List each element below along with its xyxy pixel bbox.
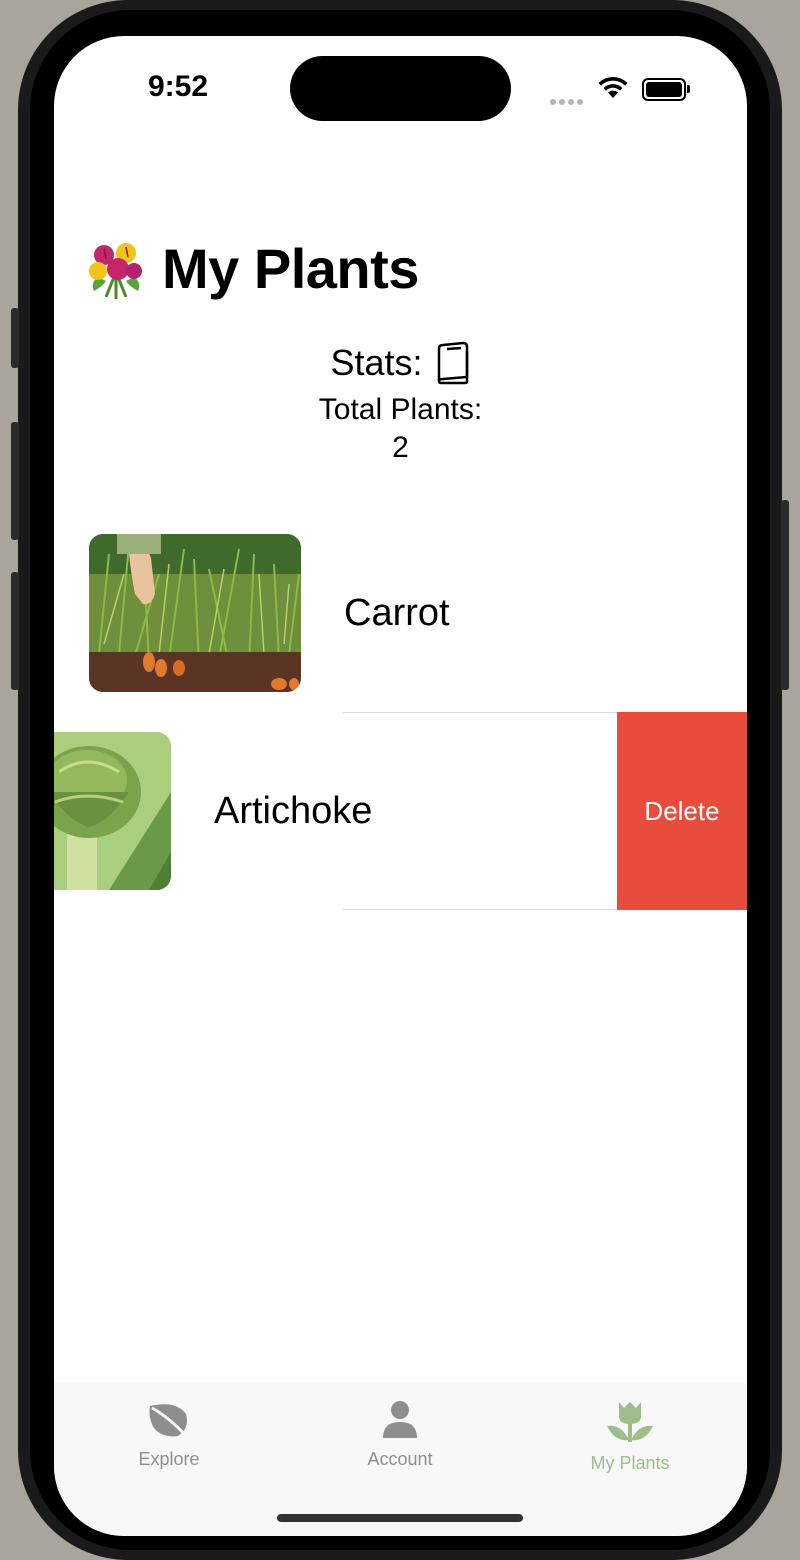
tab-bar: Explore Account My Plants — [54, 1382, 747, 1536]
tab-label: My Plants — [590, 1453, 670, 1473]
book-icon — [437, 341, 468, 385]
power-button — [781, 500, 789, 690]
leaf-icon — [149, 1404, 190, 1440]
tab-label: Account — [367, 1449, 433, 1469]
tab-my-plants[interactable]: My Plants — [530, 1400, 730, 1474]
tab-label: Explore — [138, 1449, 200, 1469]
volume-down-button — [11, 572, 19, 690]
total-plants-value: 2 — [392, 431, 409, 464]
cellular-signal-icon — [550, 92, 586, 110]
list-item[interactable]: Artichoke — [54, 712, 617, 908]
page-title: My Plants — [162, 237, 419, 300]
total-plants-label: Total Plants: — [318, 393, 483, 426]
carrot-thumbnail — [89, 534, 301, 692]
tulip-icon — [607, 1402, 653, 1442]
delete-button[interactable]: Delete — [617, 712, 747, 910]
volume-up-button — [11, 422, 19, 540]
stats-section: Stats: Total Plants: 2 — [54, 341, 747, 465]
plant-name: Carrot — [344, 592, 450, 634]
tab-account[interactable]: Account — [300, 1400, 500, 1470]
action-button — [11, 308, 19, 368]
stats-label: Stats: — [330, 342, 423, 383]
tab-explore[interactable]: Explore — [69, 1400, 269, 1470]
battery-icon — [642, 78, 690, 101]
status-time: 9:52 — [148, 70, 209, 103]
person-icon — [383, 1401, 417, 1438]
wifi-icon — [598, 76, 628, 98]
page-header: My Plants — [84, 236, 419, 301]
dynamic-island — [290, 56, 511, 121]
bouquet-icon — [89, 242, 142, 299]
home-indicator[interactable] — [277, 1514, 523, 1522]
list-item[interactable]: Carrot — [54, 514, 747, 710]
artichoke-thumbnail — [54, 732, 171, 890]
plant-name: Artichoke — [214, 790, 373, 832]
screen: 9:52 My Plants Stats: Total Plants: 2 Ca… — [54, 36, 747, 1536]
